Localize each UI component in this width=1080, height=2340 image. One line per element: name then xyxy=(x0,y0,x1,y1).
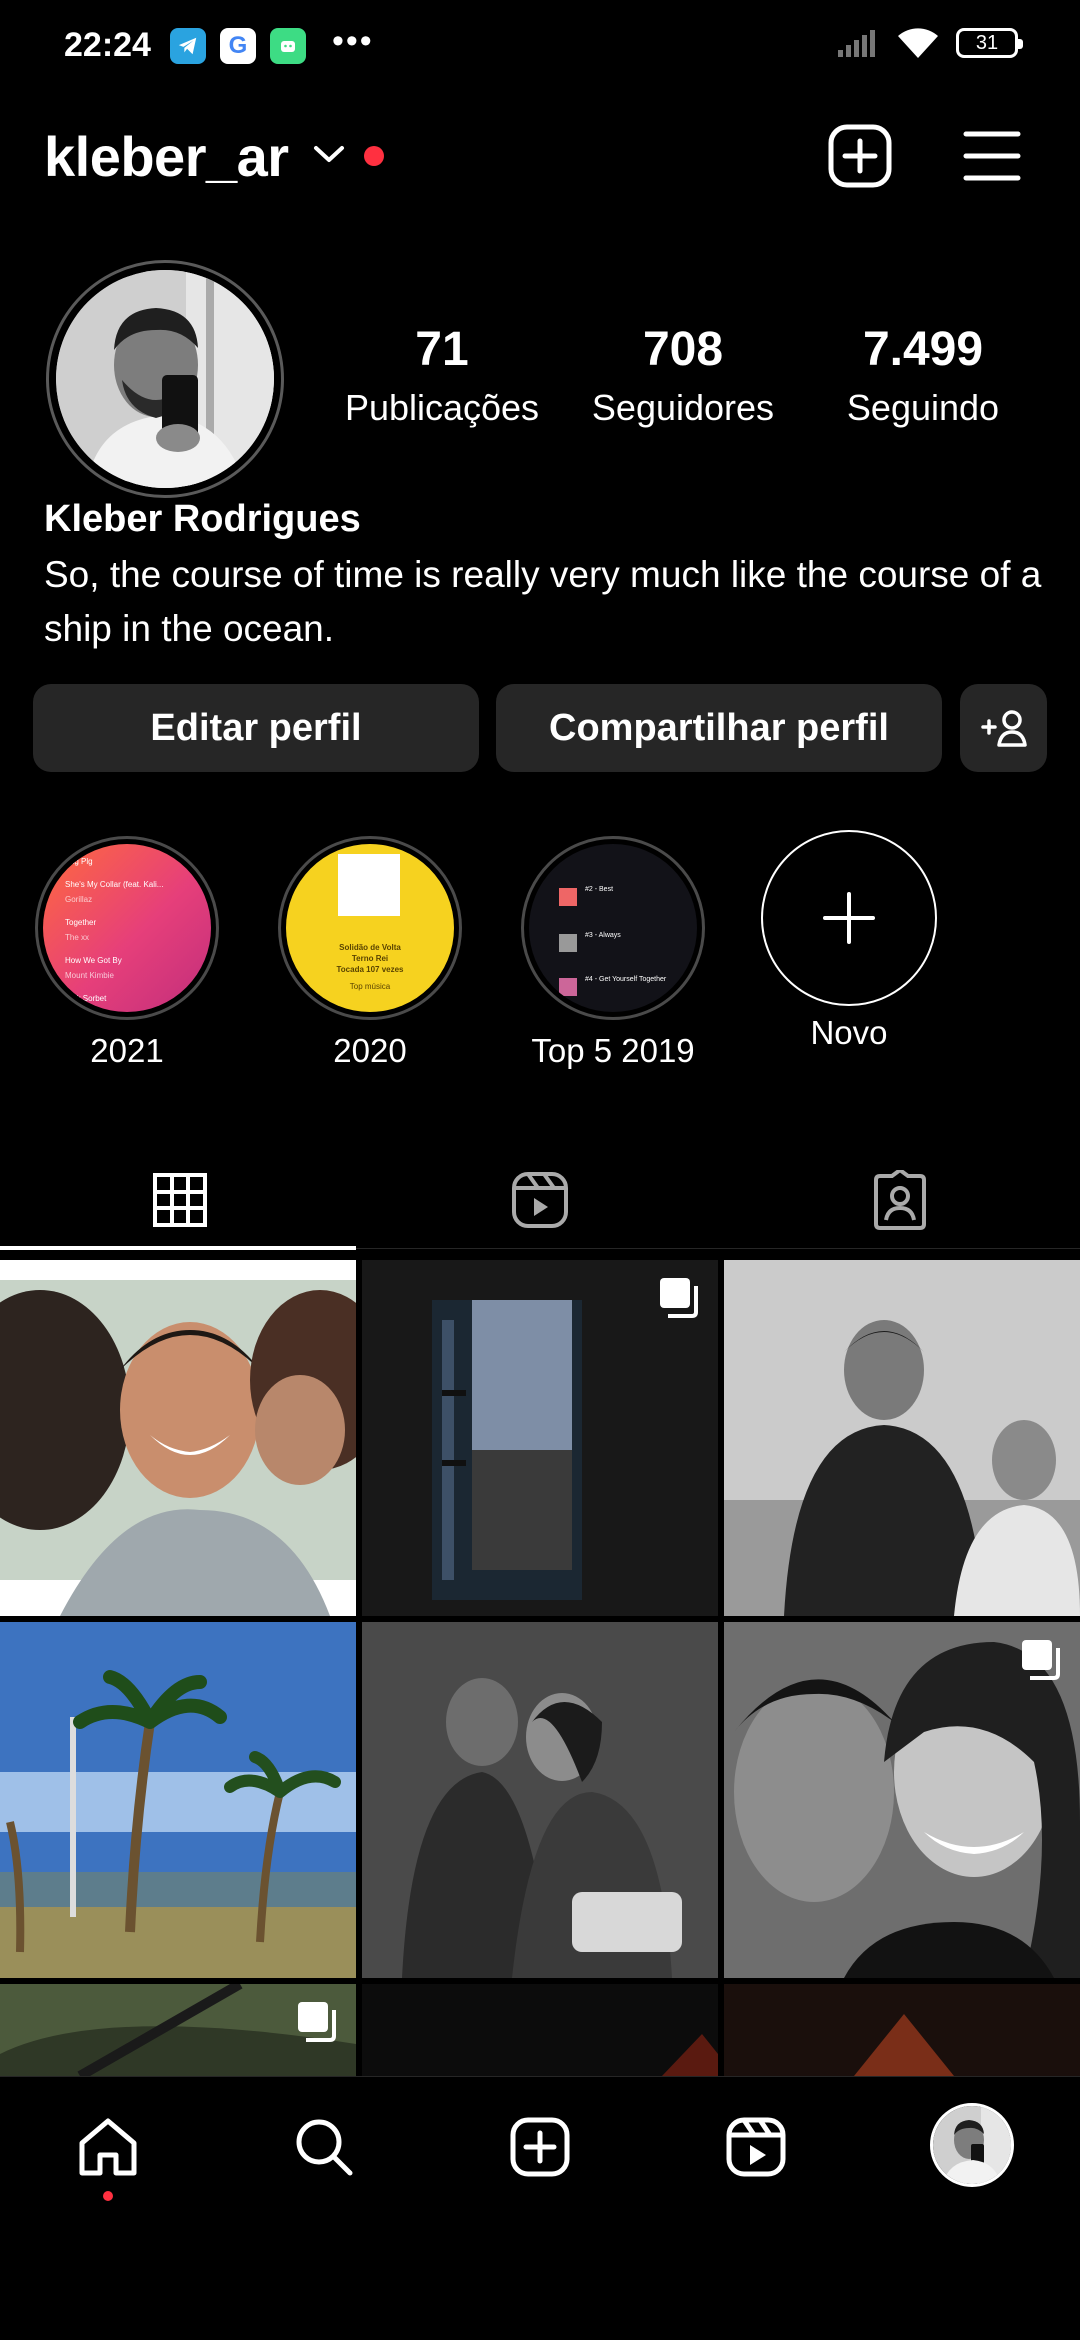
stat-posts[interactable]: 71 Publicações xyxy=(322,322,562,429)
nav-home[interactable] xyxy=(72,2111,144,2183)
profile-avatar-small xyxy=(933,2106,1011,2184)
create-post-icon[interactable] xyxy=(826,122,894,190)
new-highlight-circle xyxy=(761,830,937,1006)
tab-tagged[interactable] xyxy=(720,1150,1080,1250)
post-thumbnail[interactable] xyxy=(724,1984,1080,2076)
post-thumbnail[interactable] xyxy=(0,1622,356,1978)
thumb-line: Mount Kimbie xyxy=(65,971,114,980)
more-notifications-icon: ••• xyxy=(332,22,374,60)
highlight-thumbnail: #2 - Best #3 - Always #4 - Get Yourself … xyxy=(529,844,697,1012)
status-bar: 22:24 G ••• 31 xyxy=(0,0,1080,96)
thumb-line: #3 - Always xyxy=(585,932,621,939)
post-thumbnail[interactable] xyxy=(362,1260,718,1616)
highlight-label: Novo xyxy=(810,1014,888,1051)
bottom-nav xyxy=(0,2076,1080,2215)
highlight-label: Top 5 2019 xyxy=(531,1032,695,1069)
menu-icon[interactable] xyxy=(958,122,1026,190)
tab-reels[interactable] xyxy=(360,1150,720,1250)
reels-icon xyxy=(726,2117,786,2177)
grid-icon xyxy=(153,1173,207,1227)
status-icons: 31 xyxy=(836,26,1023,60)
stat-posts-label: Publicações xyxy=(344,387,540,428)
edit-profile-button[interactable]: Editar perfil xyxy=(33,684,479,772)
nav-profile[interactable] xyxy=(930,2103,1014,2187)
thumb-line: The xx xyxy=(65,933,90,942)
thumb-line: She's My Collar (feat. Kali... xyxy=(65,880,164,889)
plus-icon xyxy=(823,892,875,944)
multi-post-icon xyxy=(296,2000,340,2049)
thumb-line: Together xyxy=(65,918,97,927)
wifi-icon xyxy=(898,28,938,58)
stat-followers-label: Seguidores xyxy=(591,387,775,428)
multi-post-icon xyxy=(658,1276,702,1325)
thumb-line: Tocada 107 vezes xyxy=(336,965,404,974)
stat-following-label: Seguindo xyxy=(846,387,1000,428)
profile-avatar[interactable] xyxy=(46,260,284,498)
thumb-line: Terno Rei xyxy=(351,954,389,963)
post-thumbnail[interactable] xyxy=(724,1622,1080,1978)
new-highlight[interactable]: Novo xyxy=(754,830,944,1052)
thumb-line: Top música xyxy=(349,982,391,991)
thumb-line: How We Got By xyxy=(65,956,122,965)
home-notification-dot xyxy=(103,2191,113,2201)
post-thumbnail[interactable] xyxy=(724,1260,1080,1616)
highlight-2020[interactable]: Solidão de Volta Terno Rei Tocada 107 ve… xyxy=(275,836,465,1070)
stat-posts-value: 71 xyxy=(415,323,469,376)
google-icon: G xyxy=(220,28,256,64)
thumb-line: Pink Sorbet xyxy=(65,994,107,1003)
profile-full-name: Kleber Rodrigues xyxy=(44,498,361,540)
thumb-line: Solidão de Volta xyxy=(339,943,401,952)
stat-followers-value: 708 xyxy=(642,323,724,376)
post-thumbnail[interactable] xyxy=(362,1622,718,1978)
highlight-top5-2019[interactable]: #2 - Best #3 - Always #4 - Get Yourself … xyxy=(518,836,708,1070)
highlight-label: 2020 xyxy=(333,1032,407,1069)
multi-post-icon xyxy=(1020,1638,1064,1687)
telegram-icon xyxy=(170,28,206,64)
status-time: 22:24 xyxy=(64,26,151,64)
tab-active-indicator xyxy=(0,1246,356,1250)
search-icon xyxy=(296,2119,353,2176)
create-icon xyxy=(510,2117,570,2177)
stat-following-value: 7.499 xyxy=(862,323,984,376)
post-thumbnail[interactable] xyxy=(0,1260,356,1616)
stat-followers[interactable]: 708 Seguidores xyxy=(563,322,803,429)
tagged-person-icon xyxy=(874,1170,926,1230)
add-person-icon xyxy=(980,710,1027,747)
username[interactable]: kleber_ar xyxy=(44,124,289,189)
thumb-line: #4 - Get Yourself Together xyxy=(585,976,667,983)
highlight-thumbnail: Solidão de Volta Terno Rei Tocada 107 ve… xyxy=(286,844,454,1012)
highlight-2021[interactable]: Pkg Plg She's My Collar (feat. Kali... G… xyxy=(32,836,222,1070)
share-profile-button[interactable]: Compartilhar perfil xyxy=(496,684,942,772)
notification-dot xyxy=(364,146,384,166)
album-cover-thumb xyxy=(338,854,400,916)
signal-icon xyxy=(838,30,875,57)
highlight-label: 2021 xyxy=(90,1032,164,1069)
thumb-line: Gorillaz xyxy=(65,895,93,904)
post-thumbnail[interactable] xyxy=(362,1984,718,2076)
nav-create[interactable] xyxy=(504,2111,576,2183)
thumb-line: #2 - Best xyxy=(585,886,614,893)
stat-following[interactable]: 7.499 Seguindo xyxy=(803,322,1043,429)
highlight-thumbnail: Pkg Plg She's My Collar (feat. Kali... G… xyxy=(43,844,211,1012)
post-thumbnail[interactable] xyxy=(0,1984,356,2076)
battery-icon: 31 xyxy=(956,28,1023,58)
profile-bio: So, the course of time is really very mu… xyxy=(44,554,1042,649)
chevron-down-icon[interactable] xyxy=(312,142,346,171)
thumb-line: Pkg Plg xyxy=(65,857,93,866)
tab-grid[interactable] xyxy=(0,1150,360,1250)
avatar xyxy=(56,270,274,488)
android-icon xyxy=(270,28,306,64)
reels-icon xyxy=(512,1172,568,1228)
discover-people-button[interactable] xyxy=(960,684,1047,772)
home-icon xyxy=(79,2118,137,2176)
nav-reels[interactable] xyxy=(720,2111,792,2183)
nav-search[interactable] xyxy=(288,2111,360,2183)
